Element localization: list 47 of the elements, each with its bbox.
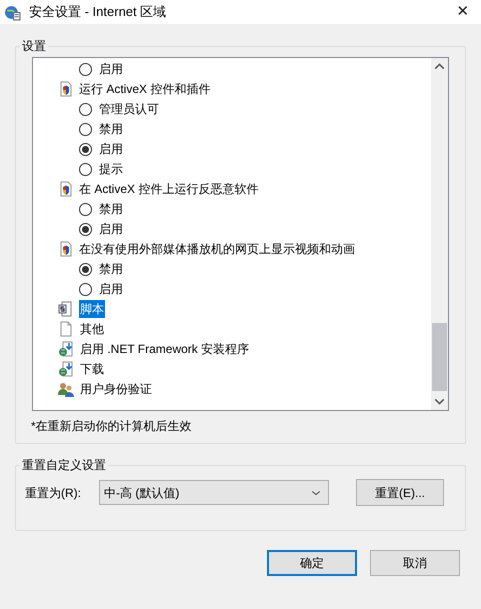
globe-icon <box>4 4 21 20</box>
note-text: *在重新启动你的计算机后生效 <box>31 418 193 435</box>
level-dropdown[interactable]: 中-高 (默认值) <box>99 480 329 505</box>
radio-button[interactable] <box>79 102 92 116</box>
users-icon <box>58 381 74 397</box>
category-item[interactable]: 用户身份验证 <box>79 380 153 398</box>
option-label[interactable]: 禁用 <box>99 200 123 218</box>
group-label: 设置 <box>21 38 47 55</box>
radio-button[interactable] <box>79 122 92 136</box>
option-label[interactable]: 启用 <box>99 140 123 158</box>
category-item[interactable]: 下载 <box>79 360 105 378</box>
radio-button[interactable] <box>79 162 92 176</box>
option-label[interactable]: 禁用 <box>99 120 123 138</box>
setting-label: 在没有使用外部媒体播放机的网页上显示视频和动画 <box>79 241 355 258</box>
cancel-button[interactable]: 取消 <box>370 550 460 576</box>
scroll-thumb[interactable] <box>432 323 447 391</box>
radio-button[interactable] <box>79 142 92 156</box>
window-title: 安全设置 - Internet 区域 <box>29 3 166 22</box>
setting-label: 运行 ActiveX 控件和插件 <box>79 81 210 98</box>
script-icon <box>58 301 74 317</box>
radio-button[interactable] <box>79 202 92 216</box>
category-item[interactable]: 启用 .NET Framework 安装程序 <box>79 340 250 358</box>
category-item[interactable]: 其他 <box>79 320 105 338</box>
setting-label: 在 ActiveX 控件上运行反恶意软件 <box>79 181 258 198</box>
shield-document-icon <box>58 81 74 97</box>
shield-document-icon <box>58 241 74 257</box>
category-item[interactable]: 脚本 <box>79 300 105 318</box>
field-label: 重置为(R): <box>25 484 82 502</box>
group-label: 重置自定义设置 <box>21 457 107 474</box>
download-icon <box>58 361 74 377</box>
ok-button[interactable]: 确定 <box>267 550 357 576</box>
reset-button[interactable]: 重置(E)... <box>356 479 444 506</box>
shield-document-icon <box>58 181 74 197</box>
radio-button[interactable] <box>79 222 92 236</box>
option-label[interactable]: 启用 <box>99 280 123 298</box>
close-button[interactable]: ✕ <box>449 1 477 23</box>
option-label[interactable]: 禁用 <box>99 260 123 278</box>
option-label[interactable]: 启用 <box>99 60 123 78</box>
radio-button[interactable] <box>79 62 92 76</box>
option-label[interactable]: 提示 <box>99 160 123 178</box>
download-icon <box>58 341 74 357</box>
radio-button[interactable] <box>79 262 92 276</box>
option-label[interactable]: 启用 <box>99 220 123 238</box>
scrollbar[interactable] <box>431 58 448 410</box>
document-icon <box>58 321 74 337</box>
option-label[interactable]: 管理员认可 <box>99 100 159 118</box>
radio-button[interactable] <box>79 282 92 296</box>
